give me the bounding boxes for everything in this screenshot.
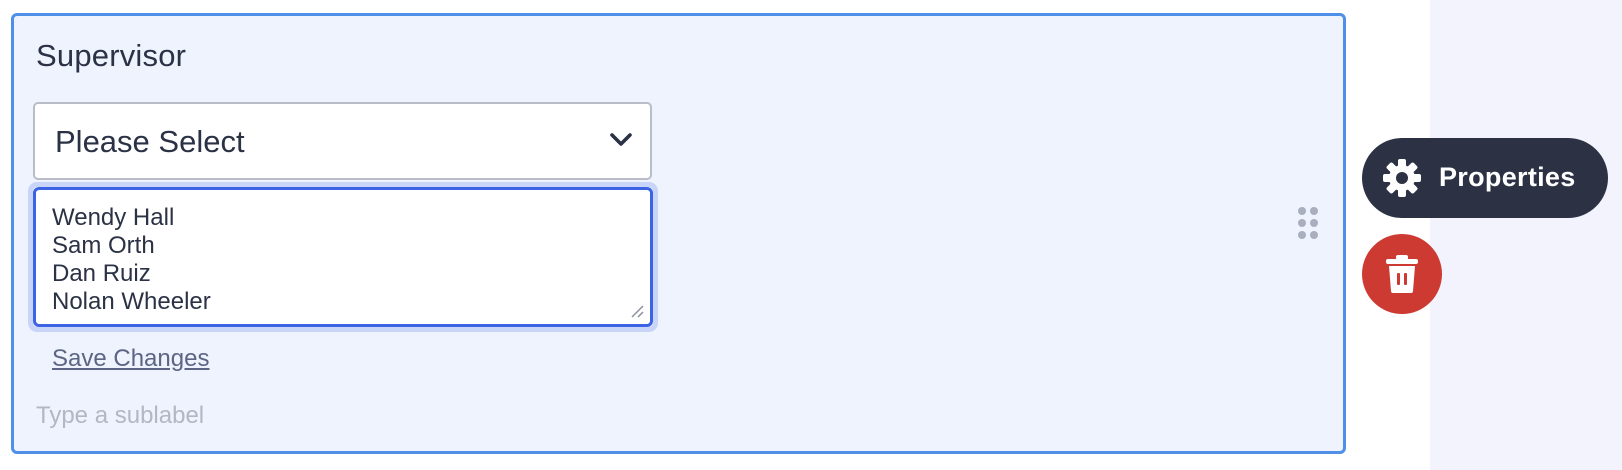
properties-button[interactable]: Properties: [1362, 138, 1608, 218]
options-editor-focus-ring: Wendy Hall Sam Orth Dan Ruiz Nolan Wheel…: [28, 182, 658, 332]
dropdown-selected-value: Please Select: [55, 124, 245, 159]
form-builder-stage: Supervisor Please Select Wendy Hall Sam …: [0, 0, 1622, 470]
field-label[interactable]: Supervisor: [36, 38, 186, 74]
dropdown-field-card[interactable]: Supervisor Please Select Wendy Hall Sam …: [11, 13, 1346, 454]
delete-field-button[interactable]: [1362, 234, 1442, 314]
options-textarea[interactable]: Wendy Hall Sam Orth Dan Ruiz Nolan Wheel…: [33, 187, 653, 327]
sublabel-input[interactable]: Type a sublabel: [36, 402, 204, 430]
right-panel-background: [1430, 0, 1622, 470]
properties-label: Properties: [1439, 162, 1576, 192]
option-line: Nolan Wheeler: [52, 288, 211, 315]
option-line: Dan Ruiz: [52, 260, 151, 287]
option-line: Wendy Hall: [52, 204, 175, 231]
gear-icon: [1383, 159, 1421, 197]
chevron-down-icon: [610, 133, 632, 146]
dropdown-select[interactable]: Please Select: [33, 102, 652, 180]
save-changes-link[interactable]: Save Changes: [52, 345, 209, 373]
option-line: Sam Orth: [52, 232, 155, 259]
drag-handle-icon[interactable]: [1296, 206, 1320, 240]
resize-grip-icon[interactable]: [630, 304, 644, 318]
trash-icon: [1386, 255, 1418, 293]
